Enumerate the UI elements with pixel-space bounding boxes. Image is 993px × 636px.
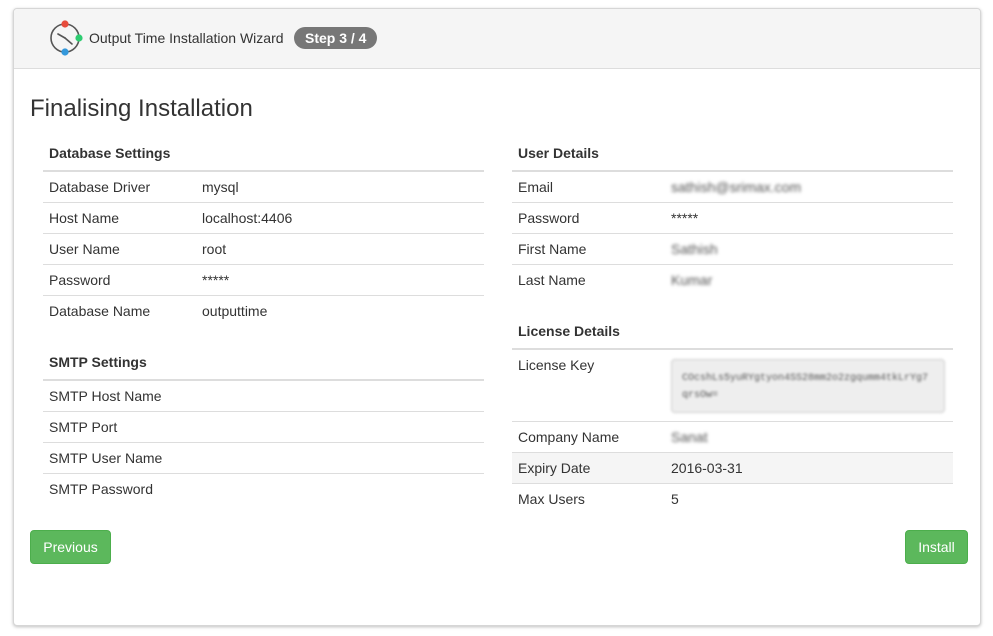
license-key-field[interactable]: COcshLs5yuRYgtyon4SS28mm2o2zgqumm4tkLrYg… [671,359,945,413]
row-value: ***** [671,210,699,226]
row-label: Max Users [518,491,585,507]
table-row: SMTP Port [43,412,484,443]
table-row: Database Driver mysql [43,172,484,203]
app-title: Output Time Installation Wizard [89,30,284,46]
table-row: Host Name localhost:4406 [43,203,484,234]
row-label: First Name [518,241,587,257]
table-row: Company Name Sanat [512,422,953,453]
table-row: User Name root [43,234,484,265]
row-label: Host Name [49,210,120,226]
row-label: SMTP User Name [49,450,163,466]
right-column: User Details Email sathish@srimax.com Pas… [512,137,953,515]
row-value: localhost:4406 [202,210,293,226]
row-label: SMTP Port [49,419,118,435]
row-value: Kumar [671,272,713,288]
table-row: Last Name Kumar [512,265,953,296]
row-value: 5 [671,491,679,507]
row-label: SMTP Host Name [49,388,162,404]
row-value: 2016-03-31 [671,460,743,476]
row-value: Sanat [671,429,708,445]
row-label: Password [518,210,580,226]
row-label: SMTP Password [49,481,153,497]
table-row: SMTP Password [43,474,484,505]
row-value: sathish@srimax.com [671,179,802,195]
row-value: root [202,241,227,257]
row-label: User Name [49,241,120,257]
table-row: Database Name outputtime [43,296,484,327]
license-key-row: License Key COcshLs5yuRYgtyon4SS28mm2o2z… [512,350,953,422]
step-badge: Step 3 / 4 [294,27,378,49]
database-settings-heading: Database Settings [43,137,484,172]
table-row: SMTP User Name [43,443,484,474]
wizard-panel: Output Time Installation Wizard Step 3 /… [13,8,981,626]
row-label: Password [49,272,111,288]
row-label: License Key [518,357,595,373]
row-label: Database Name [49,303,151,319]
row-label: Database Driver [49,179,151,195]
left-column: Database Settings Database Driver mysql H… [43,137,484,505]
table-row: Password ***** [43,265,484,296]
previous-button[interactable]: Previous [30,530,111,564]
clock-logo-icon [50,20,83,56]
table-row: Password ***** [512,203,953,234]
row-value: ***** [202,272,230,288]
table-row: SMTP Host Name [43,381,484,412]
install-button[interactable]: Install [905,530,968,564]
license-details-heading: License Details [512,315,953,350]
smtp-settings-heading: SMTP Settings [43,346,484,381]
table-row: Expiry Date 2016-03-31 [512,453,953,484]
wizard-header: Output Time Installation Wizard Step 3 /… [14,9,980,69]
row-label: Email [518,179,554,195]
row-label: Expiry Date [518,460,591,476]
row-value: mysql [202,179,239,195]
row-label: Company Name [518,429,620,445]
table-row: Email sathish@srimax.com [512,172,953,203]
row-label: Last Name [518,272,586,288]
row-value: outputtime [202,303,268,319]
row-value: Sathish [671,241,718,257]
user-details-heading: User Details [512,137,953,172]
table-row: First Name Sathish [512,234,953,265]
table-row: Max Users 5 [512,484,953,515]
page-title: Finalising Installation [30,95,253,122]
